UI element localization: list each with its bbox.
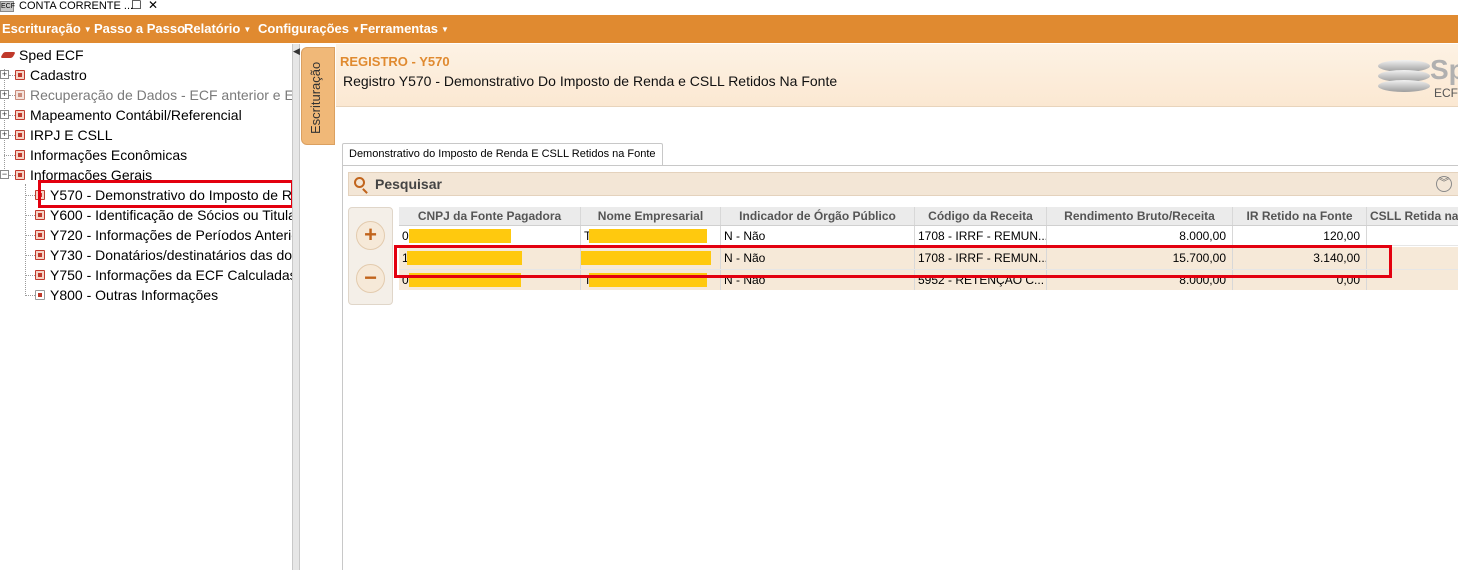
- close-icon[interactable]: ✕: [148, 0, 158, 11]
- caret-down-icon: ▼: [83, 25, 92, 34]
- menu-escrituracao[interactable]: Escrituração ▼: [2, 15, 92, 43]
- column-header[interactable]: CNPJ da Fonte Pagadora: [399, 207, 581, 225]
- column-header[interactable]: IR Retido na Fonte: [1233, 207, 1367, 225]
- folder-icon: [15, 170, 25, 180]
- tree-guide-line: [25, 184, 26, 296]
- tree-guide-line: [25, 275, 35, 276]
- folder-icon: [15, 90, 25, 100]
- search-bar[interactable]: Pesquisar ︾: [348, 172, 1458, 196]
- content-area: Demonstrativo do Imposto de Renda E CSLL…: [342, 143, 1458, 570]
- expand-icon[interactable]: +: [0, 110, 9, 119]
- sped-logo: Sp ECF: [1378, 50, 1458, 102]
- tree-guide-line: [25, 235, 35, 236]
- column-header[interactable]: Código da Receita: [915, 207, 1047, 225]
- tree-item-y720[interactable]: Y720 - Informações de Períodos Anteriore…: [35, 225, 292, 245]
- cell-cnpj: 0: [399, 226, 581, 245]
- tree-guide-line: [25, 215, 35, 216]
- navigation-tree: Sped ECF + Cadastro + Recuperação de Dad…: [0, 44, 292, 570]
- caret-down-icon: ▼: [352, 25, 360, 34]
- expand-icon[interactable]: +: [0, 90, 9, 99]
- tree-item-recuperacao-dados[interactable]: Recuperação de Dados - ECF anterior e EC…: [15, 85, 292, 105]
- register-code: REGISTRO - Y570: [340, 54, 450, 69]
- table-row[interactable]: 0 T N - Não 1708 - IRRF - REMUN... 8.000…: [399, 226, 1458, 246]
- cell-orgao: N - Não: [721, 226, 915, 245]
- tree-guide-line: [25, 255, 35, 256]
- tree-item-y800[interactable]: Y800 - Outras Informações: [35, 285, 292, 305]
- cell-csll: [1367, 226, 1458, 245]
- tree-guide-line: [4, 155, 15, 156]
- tree-item-y600[interactable]: Y600 - Identificação de Sócios ou Titula…: [35, 205, 292, 225]
- column-header[interactable]: Indicador de Órgão Público: [721, 207, 915, 225]
- column-header[interactable]: Rendimento Bruto/Receita: [1047, 207, 1233, 225]
- row-actions-panel: + −: [348, 207, 393, 305]
- cell-codigo: 1708 - IRRF - REMUN...: [915, 226, 1047, 245]
- menu-relatorio[interactable]: Relatório ▼: [184, 15, 251, 43]
- folder-icon: [15, 110, 25, 120]
- cell-ir: 120,00: [1233, 226, 1367, 245]
- tree-guide-line: [25, 295, 35, 296]
- tree-root-sped-ecf[interactable]: Sped ECF: [0, 45, 292, 65]
- column-header[interactable]: CSLL Retida na Fonte: [1367, 207, 1458, 225]
- register-header: REGISTRO - Y570 Registro Y570 - Demonstr…: [336, 44, 1458, 107]
- row-highlight-box: [394, 245, 1392, 278]
- window-titlebar: ECF CONTA CORRENTE ... ☐ ✕: [0, 0, 1458, 14]
- caret-down-icon: ▼: [243, 25, 252, 34]
- form-icon: [35, 250, 45, 260]
- tree-item-irpj-csll[interactable]: IRPJ E CSLL: [15, 125, 292, 145]
- tree-item-informacoes-economicas[interactable]: Informações Econômicas: [15, 145, 292, 165]
- collapse-icon[interactable]: −: [0, 170, 9, 179]
- collapse-left-icon[interactable]: ◀: [293, 46, 300, 57]
- selection-highlight-box: [38, 180, 292, 208]
- tree-guide-line: [25, 195, 35, 196]
- collapse-double-chevron-icon[interactable]: ︾: [1436, 176, 1452, 192]
- add-row-button[interactable]: +: [356, 221, 385, 250]
- cell-rendimento: 8.000,00: [1047, 226, 1233, 245]
- caret-down-icon: ▼: [441, 25, 449, 34]
- column-header[interactable]: Nome Empresarial: [581, 207, 721, 225]
- sped-logo-icon: [0, 52, 16, 58]
- redaction-mark: [589, 229, 707, 243]
- expand-icon[interactable]: +: [0, 70, 9, 79]
- folder-icon: [15, 150, 25, 160]
- tab-demonstrativo[interactable]: Demonstrativo do Imposto de Renda E CSLL…: [342, 143, 663, 166]
- tab-escrituracao-vertical[interactable]: Escrituração: [301, 47, 335, 145]
- form-icon: [35, 290, 45, 300]
- window-title: CONTA CORRENTE ...: [19, 0, 134, 12]
- menu-ferramentas[interactable]: Ferramentas ▼: [360, 15, 449, 43]
- register-description: Registro Y570 - Demonstrativo Do Imposto…: [343, 73, 838, 89]
- table-header-row: CNPJ da Fonte Pagadora Nome Empresarial …: [399, 207, 1458, 226]
- cell-nome: T: [581, 226, 721, 245]
- tree-item-cadastro[interactable]: Cadastro: [15, 65, 292, 85]
- folder-icon: [15, 130, 25, 140]
- menu-passo-a-passo[interactable]: Passo a Passo: [94, 15, 185, 43]
- form-icon: [35, 270, 45, 280]
- menu-configuracoes[interactable]: Configurações ▼: [258, 15, 360, 43]
- tree-item-mapeamento[interactable]: Mapeamento Contábil/Referencial: [15, 105, 292, 125]
- remove-row-button[interactable]: −: [356, 264, 385, 293]
- logo-disc-shape: [1378, 80, 1430, 92]
- panel-splitter[interactable]: ◀: [292, 44, 300, 570]
- tree-item-y750[interactable]: Y750 - Informações da ECF Calculadas pel…: [35, 265, 292, 285]
- menu-bar: Escrituração ▼ Passo a Passo Relatório ▼ C…: [0, 15, 1458, 43]
- search-label: Pesquisar: [375, 176, 442, 192]
- search-icon: [354, 177, 365, 188]
- form-icon: [35, 210, 45, 220]
- expand-icon[interactable]: +: [0, 130, 9, 139]
- tree-guide-line: [4, 69, 5, 179]
- restore-icon[interactable]: ☐: [131, 0, 142, 11]
- redaction-mark: [409, 229, 511, 243]
- tab-panel: Pesquisar ︾ + − CNPJ da Fonte Pagadora N…: [342, 165, 1458, 570]
- tree-item-y730[interactable]: Y730 - Donatários/destinatários das doaç…: [35, 245, 292, 265]
- app-icon: ECF: [0, 1, 15, 12]
- form-icon: [35, 230, 45, 240]
- folder-icon: [15, 70, 25, 80]
